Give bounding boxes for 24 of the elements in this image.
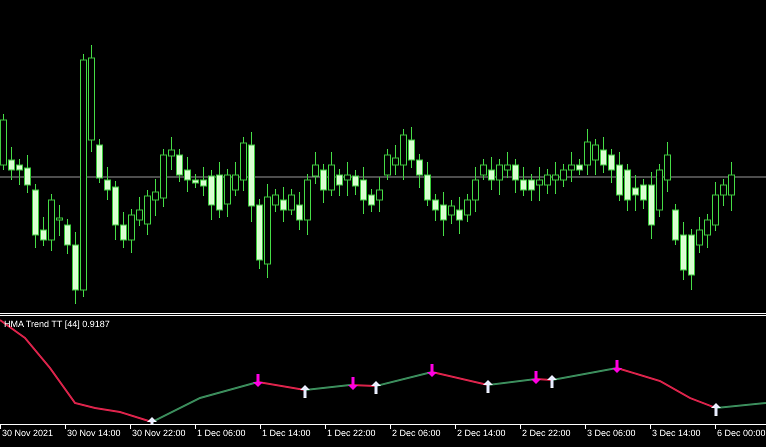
down-arrow-icon	[612, 360, 622, 373]
time-label: 3 Dec 14:00	[652, 428, 701, 438]
time-label: 2 Dec 06:00	[392, 428, 441, 438]
time-label: 6 Dec 00:00	[717, 428, 766, 438]
time-label: 1 Dec 06:00	[197, 428, 246, 438]
time-label: 1 Dec 14:00	[262, 428, 311, 438]
time-label: 30 Nov 2021	[2, 428, 54, 438]
up-arrow-icon	[711, 403, 721, 416]
down-arrow-icon	[348, 377, 358, 390]
time-label: 3 Dec 06:00	[587, 428, 636, 438]
up-arrow-icon	[547, 375, 557, 388]
indicator-label: HMA Trend TT [44] 0.9187	[4, 319, 110, 329]
time-label: 30 Nov 22:00	[132, 428, 186, 438]
time-label: 2 Dec 22:00	[522, 428, 571, 438]
up-arrow-icon	[371, 381, 381, 394]
time-label: 1 Dec 22:00	[327, 428, 376, 438]
down-arrow-icon	[253, 374, 263, 387]
down-arrow-icon	[531, 371, 541, 384]
time-label: 2 Dec 14:00	[457, 428, 506, 438]
up-arrow-icon	[300, 385, 310, 398]
up-arrow-icon	[483, 380, 493, 393]
time-label: 30 Nov 14:00	[67, 428, 121, 438]
up-arrow-icon	[147, 417, 157, 424]
down-arrow-icon	[427, 364, 437, 377]
